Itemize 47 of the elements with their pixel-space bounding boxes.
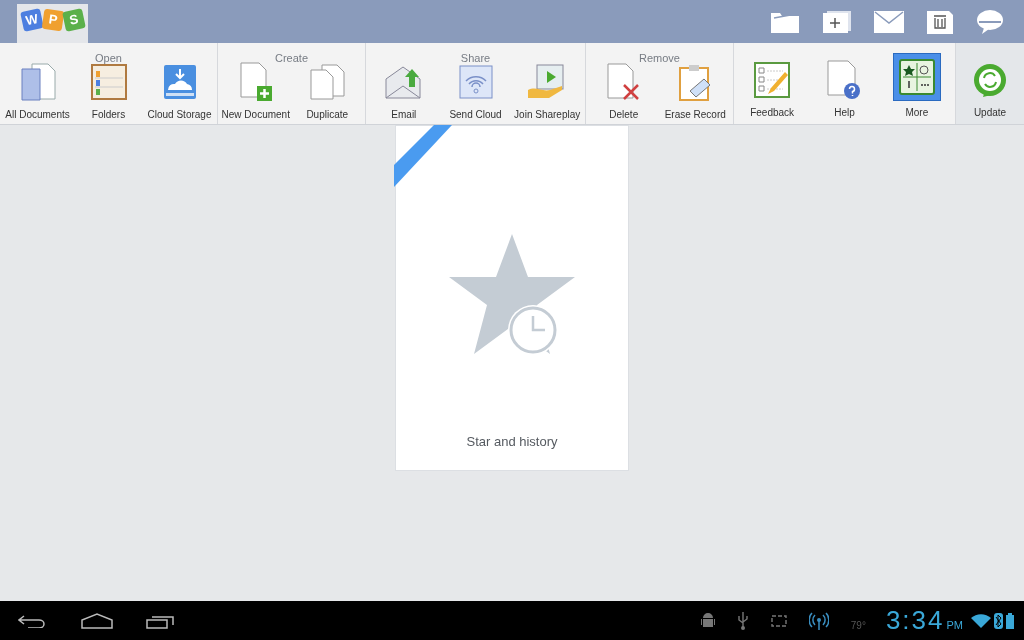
cloud-download-icon xyxy=(162,64,197,100)
group-title: Remove xyxy=(639,52,680,64)
chat-bubble-icon[interactable] xyxy=(976,8,1004,35)
toolbar-button[interactable]: Help xyxy=(808,55,881,120)
clock-period: PM xyxy=(946,618,963,634)
temperature-text: 79° xyxy=(850,619,866,634)
toolbar-button[interactable]: More xyxy=(880,55,953,120)
back-icon[interactable] xyxy=(18,613,46,628)
home-icon[interactable] xyxy=(81,612,113,629)
toolbar-button[interactable]: New Document xyxy=(220,61,292,122)
toolbar-button[interactable]: Email xyxy=(368,61,440,122)
wifi-icon xyxy=(971,613,991,628)
android-icon xyxy=(700,611,715,630)
toolbar-button[interactable]: Join Shareplay xyxy=(511,61,583,122)
checklist-pencil-icon xyxy=(754,62,791,98)
trash-icon[interactable] xyxy=(926,9,954,34)
clock-time: 3:34 xyxy=(885,607,945,634)
document-cross-icon xyxy=(605,63,642,101)
toolbar-button[interactable]: Erase Record xyxy=(659,61,731,122)
ribbon-icon xyxy=(394,125,454,187)
usb-icon xyxy=(736,611,749,630)
group-title: Create xyxy=(275,52,308,64)
group-title: Open xyxy=(95,52,122,64)
battery-icon xyxy=(1006,612,1014,629)
new-document-icon xyxy=(238,62,273,102)
update-button[interactable]: Update xyxy=(956,43,1024,124)
toolbar-button[interactable]: Send Cloud xyxy=(439,61,512,122)
wireless-icon xyxy=(458,65,493,99)
envelope-arrow-icon xyxy=(384,65,423,99)
toolbar-button[interactable]: Duplicate xyxy=(291,61,363,122)
toolbar-button[interactable]: All Documents xyxy=(2,61,73,122)
card-title: Star and history xyxy=(466,433,558,451)
app-logo[interactable]: W P S xyxy=(17,4,88,43)
mail-icon[interactable] xyxy=(874,10,904,33)
signal-icon xyxy=(808,611,829,630)
folder-list-icon xyxy=(90,64,127,100)
new-document-icon[interactable] xyxy=(822,9,852,34)
group-title: Share xyxy=(460,52,491,64)
bluetooth-icon xyxy=(994,612,1003,629)
duplicate-icon xyxy=(309,64,346,100)
toolbar-button[interactable]: Cloud Storage xyxy=(144,61,215,122)
toolbar-button[interactable]: Delete xyxy=(588,61,660,122)
screen-frame-icon xyxy=(770,613,787,628)
tools-grid-icon xyxy=(898,59,935,95)
toolbar-button[interactable]: Feedback xyxy=(736,55,809,120)
document-help-icon xyxy=(826,60,863,100)
documents-icon xyxy=(19,63,56,101)
